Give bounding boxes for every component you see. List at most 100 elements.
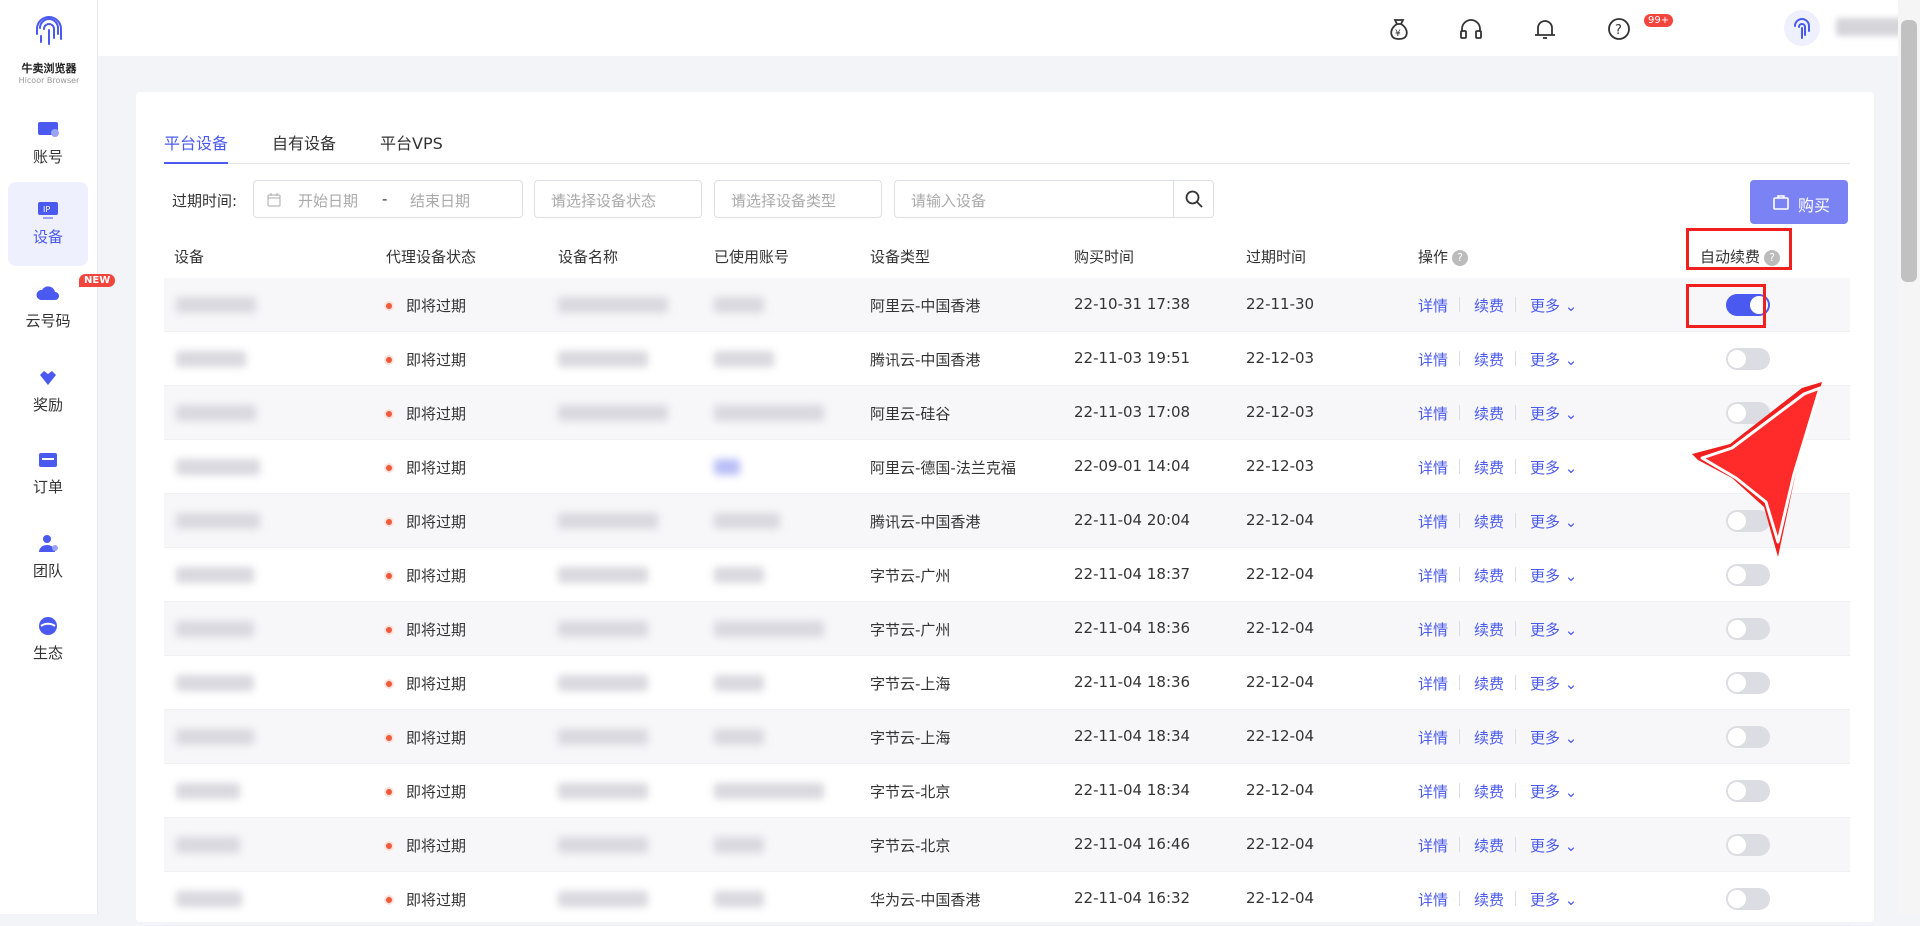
more-label: 更多 <box>1530 459 1561 477</box>
table-row[interactable]: 即将过期 字节云-上海 22-11-04 18:36 22-12-04 详情 续费 更多 ⌄ <box>164 656 1850 710</box>
renew-link[interactable]: 续费 <box>1474 403 1504 424</box>
table-row[interactable]: 即将过期 腾讯云-中国香港 22-11-03 19:51 22-12-03 详情 续费 更多… <box>164 332 1850 386</box>
auto-renew-toggle[interactable] <box>1726 834 1770 856</box>
table-row[interactable]: 即将过期 阿里云-硅谷 22-11-03 17:08 22-12-03 详情 续费 更多 ⌄ <box>164 386 1850 440</box>
detail-link[interactable]: 详情 <box>1418 619 1448 640</box>
more-dropdown[interactable]: 更多 ⌄ <box>1530 835 1577 856</box>
chevron-down-icon: ⌄ <box>1564 621 1578 639</box>
table-row[interactable]: 即将过期 字节云-上海 22-11-04 18:34 22-12-04 详情 续费 更多 ⌄ <box>164 710 1850 764</box>
more-dropdown[interactable]: 更多 ⌄ <box>1530 673 1577 694</box>
renew-link[interactable]: 续费 <box>1474 565 1504 586</box>
renew-link[interactable]: 续费 <box>1474 511 1504 532</box>
renew-link[interactable]: 续费 <box>1474 619 1504 640</box>
divider <box>1515 567 1516 582</box>
detail-link[interactable]: 详情 <box>1418 835 1448 856</box>
date-range-picker[interactable]: 开始日期 - 结束日期 <box>253 180 523 218</box>
buy-label: 购买 <box>1798 196 1831 215</box>
scrollbar-thumb[interactable] <box>1901 20 1917 282</box>
auto-renew-toggle[interactable] <box>1726 726 1770 748</box>
detail-link[interactable]: 详情 <box>1418 457 1448 478</box>
table-row[interactable]: 即将过期 腾讯云-中国香港 22-11-04 20:04 22-12-04 详情 续费 更多… <box>164 494 1850 548</box>
sidebar-item-reward[interactable]: 奖励 <box>8 350 88 434</box>
more-dropdown[interactable]: 更多 ⌄ <box>1530 781 1577 802</box>
device-search-field[interactable]: 请输入设备 <box>894 180 1214 218</box>
renew-link[interactable]: 续费 <box>1474 457 1504 478</box>
expire-time: 22-12-04 <box>1246 619 1315 637</box>
renew-link[interactable]: 续费 <box>1474 727 1504 748</box>
tab-platform-vps[interactable]: 平台VPS <box>380 130 443 164</box>
headset-icon[interactable] <box>1458 16 1484 42</box>
start-date-input[interactable]: 开始日期 <box>298 190 358 211</box>
detail-link[interactable]: 详情 <box>1418 403 1448 424</box>
more-dropdown[interactable]: 更多 ⌄ <box>1530 619 1577 640</box>
table-row[interactable]: 即将过期 字节云-广州 22-11-04 18:36 22-12-04 详情 续费 更多 ⌄ <box>164 602 1850 656</box>
help-icon[interactable]: ? <box>1606 16 1632 42</box>
table-header: 设备 代理设备状态 设备名称 已使用账号 设备类型 购买时间 过期时间 操作? … <box>164 232 1850 278</box>
table-row[interactable]: 即将过期 字节云-广州 22-11-04 18:37 22-12-04 详情 续费 更多 ⌄ <box>164 548 1850 602</box>
used-account-redacted <box>714 459 740 475</box>
detail-link[interactable]: 详情 <box>1418 565 1448 586</box>
renew-link[interactable]: 续费 <box>1474 889 1504 910</box>
more-label: 更多 <box>1530 405 1561 423</box>
auto-renew-toggle[interactable] <box>1726 672 1770 694</box>
tab-own-device[interactable]: 自有设备 <box>272 130 336 164</box>
toggle-knob <box>1728 674 1746 692</box>
device-search-input[interactable]: 请输入设备 <box>911 190 986 211</box>
search-button[interactable] <box>1173 181 1213 217</box>
sidebar-item-order[interactable]: 订单 <box>8 432 88 516</box>
cart-icon <box>1773 195 1789 210</box>
app-logo[interactable]: 牛卖浏览器 Hicoor Browser <box>0 14 98 85</box>
proxy-status: 即将过期 <box>406 513 467 531</box>
more-dropdown[interactable]: 更多 ⌄ <box>1530 889 1577 910</box>
renew-link[interactable]: 续费 <box>1474 349 1504 370</box>
detail-link[interactable]: 详情 <box>1418 295 1448 316</box>
used-account-redacted <box>714 837 764 853</box>
table-row[interactable]: 即将过期 字节云-北京 22-11-04 16:46 22-12-04 详情 续费 更多 ⌄ <box>164 818 1850 872</box>
more-dropdown[interactable]: 更多 ⌄ <box>1530 727 1577 748</box>
more-dropdown[interactable]: 更多 ⌄ <box>1530 403 1577 424</box>
sidebar: 牛卖浏览器 Hicoor Browser 账号 IP 设备 NEW 云号码 奖励… <box>0 0 116 914</box>
device-type-select[interactable]: 请选择设备类型 ⌄ <box>714 180 882 218</box>
auto-renew-toggle[interactable] <box>1726 618 1770 640</box>
table-row[interactable]: 即将过期 阿里云-德国-法兰克福 22-09-01 14:04 22-12-03 详情 续… <box>164 440 1850 494</box>
table-row[interactable]: 即将过期 华为云-中国香港 22-11-04 16:32 22-12-04 详情 续费 更多… <box>164 872 1850 926</box>
detail-link[interactable]: 详情 <box>1418 889 1448 910</box>
table-row[interactable]: 即将过期 字节云-北京 22-11-04 18:34 22-12-04 详情 续费 更多 ⌄ <box>164 764 1850 818</box>
more-dropdown[interactable]: 更多 ⌄ <box>1530 295 1577 316</box>
device-ip-redacted <box>176 675 254 691</box>
renew-link[interactable]: 续费 <box>1474 673 1504 694</box>
tab-platform-device[interactable]: 平台设备 <box>164 130 229 164</box>
money-bag-icon[interactable]: ¥ <box>1386 16 1412 42</box>
sidebar-item-cloud-number[interactable]: NEW 云号码 <box>8 266 116 350</box>
sidebar-item-ecosystem[interactable]: 生态 <box>8 598 88 682</box>
auto-renew-toggle[interactable] <box>1726 780 1770 802</box>
renew-link[interactable]: 续费 <box>1474 295 1504 316</box>
table-row[interactable]: 即将过期 阿里云-中国香港 22-10-31 17:38 22-11-30 详情 续费 更多… <box>164 278 1850 332</box>
bell-icon[interactable] <box>1532 16 1558 42</box>
detail-link[interactable]: 详情 <box>1418 673 1448 694</box>
buy-button[interactable]: 购买 <box>1750 180 1848 224</box>
more-dropdown[interactable]: 更多 ⌄ <box>1530 511 1577 532</box>
help-icon[interactable]: ? <box>1452 250 1469 266</box>
renew-link[interactable]: 续费 <box>1474 835 1504 856</box>
detail-link[interactable]: 详情 <box>1418 727 1448 748</box>
more-dropdown[interactable]: 更多 ⌄ <box>1530 457 1577 478</box>
sidebar-item-device[interactable]: IP 设备 <box>8 182 88 266</box>
auto-renew-toggle[interactable] <box>1726 888 1770 910</box>
end-date-input[interactable]: 结束日期 <box>410 190 470 211</box>
more-dropdown[interactable]: 更多 ⌄ <box>1530 565 1577 586</box>
more-dropdown[interactable]: 更多 ⌄ <box>1530 349 1577 370</box>
sidebar-item-team[interactable]: 团队 <box>8 516 88 600</box>
auto-renew-toggle[interactable] <box>1726 564 1770 586</box>
detail-link[interactable]: 详情 <box>1418 781 1448 802</box>
chevron-down-icon: ⌄ <box>1564 297 1578 315</box>
detail-link[interactable]: 详情 <box>1418 349 1448 370</box>
sidebar-item-account[interactable]: 账号 <box>8 102 88 186</box>
detail-link[interactable]: 详情 <box>1418 511 1448 532</box>
device-status-select[interactable]: 请选择设备状态 ⌄ <box>534 180 702 218</box>
range-separator: - <box>382 190 388 208</box>
avatar[interactable] <box>1784 10 1820 46</box>
renew-link[interactable]: 续费 <box>1474 781 1504 802</box>
chevron-down-icon: ⌄ <box>551 188 563 204</box>
auto-renew-toggle[interactable] <box>1726 348 1770 370</box>
